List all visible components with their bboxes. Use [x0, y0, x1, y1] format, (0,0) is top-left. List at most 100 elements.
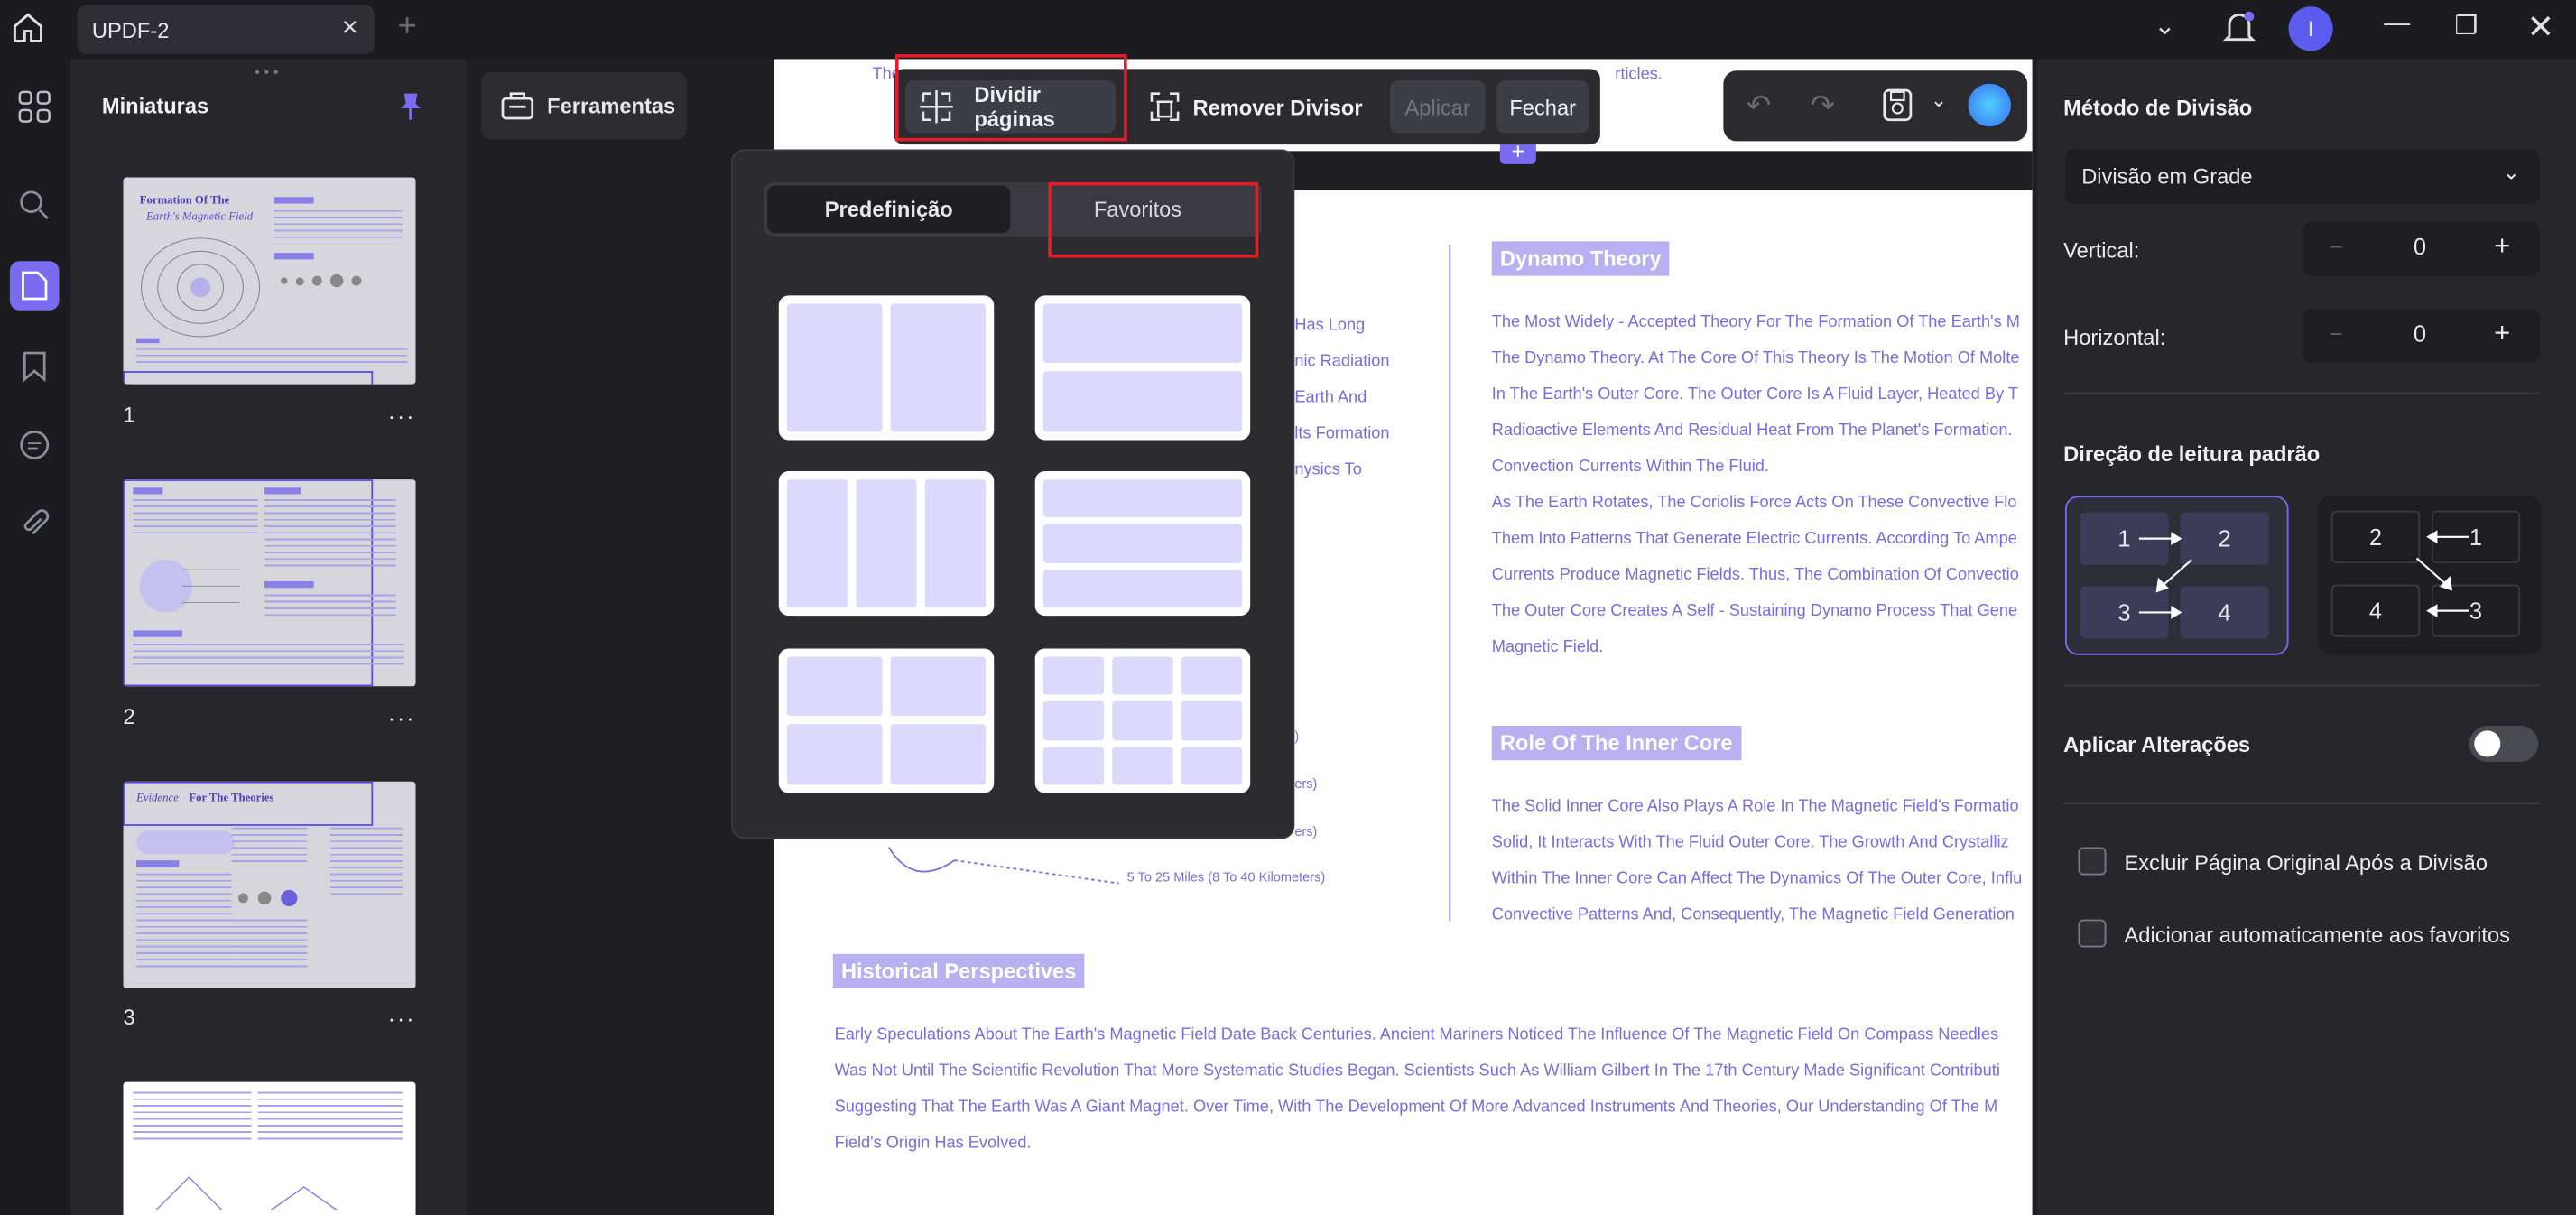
search-icon[interactable]	[10, 181, 60, 230]
vertical-stepper[interactable]: − 0 +	[2303, 221, 2541, 276]
close-window-icon[interactable]: ✕	[2526, 6, 2554, 47]
layout-two-columns[interactable]	[778, 295, 995, 441]
save-options-chevron-icon[interactable]: ⌄	[1931, 88, 1947, 111]
dynamo-line: Magnetic Field.	[1491, 638, 1604, 657]
horizontal-decrement-button[interactable]: −	[2330, 320, 2343, 347]
page-more-button[interactable]: ···	[388, 1005, 416, 1031]
add-favorites-label: Adicionar automaticamente aos favoritos	[2124, 923, 2511, 948]
tab-preset[interactable]: Predefinição	[767, 185, 1011, 234]
historical-line: Early Speculations About The Earth's Mag…	[834, 1025, 1999, 1044]
close-tab-icon[interactable]: ×	[342, 12, 358, 44]
dynamo-line: As The Earth Rotates, The Coriolis Force…	[1491, 494, 2017, 513]
close-split-button[interactable]: Fechar	[1496, 80, 1589, 134]
pin-icon[interactable]	[396, 90, 426, 131]
column-divider	[1449, 245, 1451, 922]
save-icon[interactable]	[1881, 87, 1913, 131]
chevron-down-icon: ⌄	[2502, 159, 2521, 184]
rtl-arrows-icon	[2415, 530, 2469, 618]
split-method-select[interactable]: Divisão em Grade ⌄	[2064, 149, 2541, 204]
notification-bell-icon[interactable]	[2222, 10, 2256, 54]
layout-three-rows[interactable]	[1034, 471, 1251, 617]
new-tab-icon[interactable]: +	[397, 8, 416, 46]
remove-divider-button[interactable]: Remover Divisor	[1140, 80, 1370, 133]
horizontal-stepper[interactable]: − 0 +	[2303, 308, 2541, 363]
thumb-heading: Evidence	[136, 791, 179, 805]
thumb-subheading: For The Theories	[189, 791, 274, 805]
toolbox-icon	[499, 88, 535, 126]
horizontal-label: Horizontal:	[2063, 325, 2166, 350]
inner-core-line: Solid, It Interacts With The Fluid Outer…	[1491, 834, 2009, 853]
tools-button[interactable]: Ferramentas	[481, 72, 687, 140]
horizontal-increment-button[interactable]: +	[2494, 317, 2510, 349]
attachment-icon[interactable]	[10, 499, 60, 549]
vertical-increment-button[interactable]: +	[2494, 230, 2510, 263]
thumb-heading: Formation Of The	[139, 193, 230, 208]
page-thumbnail-1[interactable]: Formation Of The Earth's Magnetic Field	[123, 177, 416, 385]
dynamo-heading: Dynamo Theory	[1491, 241, 1670, 276]
apps-grid-icon[interactable]	[10, 82, 60, 132]
thumb-subheading: Earth's Magnetic Field	[145, 209, 254, 224]
split-layout-popup: Predefinição Favoritos	[730, 149, 1295, 839]
diagram-illustration	[155, 1176, 338, 1211]
inner-core-line: Convective Patterns And, Consequently, T…	[1491, 906, 2015, 925]
divider	[2063, 802, 2541, 805]
thumbnails-title: Miniaturas	[101, 93, 209, 118]
reading-direction-rtl[interactable]: 2 1 4 3	[2318, 496, 2542, 655]
page-more-button[interactable]: ···	[388, 403, 416, 429]
highlight-box	[1048, 181, 1259, 258]
page-thumbnail-2[interactable]	[123, 479, 416, 687]
reading-direction-ltr[interactable]: 1 2 3 4	[2064, 496, 2289, 655]
chevron-down-icon[interactable]: ⌄	[2154, 10, 2175, 42]
ai-assistant-icon[interactable]	[1968, 83, 2011, 127]
vertical-decrement-button[interactable]: −	[2330, 233, 2343, 259]
page-thumbnail-3[interactable]: Evidence For The Theories	[123, 781, 416, 988]
inner-core-line: Within The Inner Core Can Affect The Dyn…	[1491, 870, 2023, 889]
layout-grid-3x3[interactable]	[1034, 648, 1251, 793]
pages-icon[interactable]	[9, 261, 60, 311]
page-more-button[interactable]: ···	[388, 704, 416, 730]
historical-line: Field's Origin Has Evolved.	[834, 1134, 1032, 1153]
left-rail	[0, 59, 71, 1215]
bookmark-icon[interactable]	[10, 341, 60, 391]
doc-fragment: )	[1294, 728, 1300, 744]
page-number: 2	[123, 704, 135, 729]
redo-icon[interactable]: ↷	[1811, 88, 1835, 123]
page-thumbnail-4[interactable]	[123, 1081, 416, 1215]
avatar[interactable]: I	[2288, 6, 2333, 51]
exclude-original-checkbox[interactable]	[2078, 847, 2107, 876]
horizontal-value[interactable]: 0	[2414, 320, 2426, 347]
resize-handle[interactable]: • • •	[255, 64, 278, 80]
layout-two-rows[interactable]	[1034, 295, 1251, 441]
undo-icon[interactable]: ↶	[1747, 88, 1771, 123]
comments-icon[interactable]	[10, 421, 60, 470]
vertical-label: Vertical:	[2063, 237, 2140, 264]
avatar-letter: I	[2307, 16, 2314, 42]
doc-fragment: rticles.	[1615, 65, 1663, 84]
doc-fragment: ers)	[1294, 776, 1318, 792]
layout-three-columns[interactable]	[778, 471, 995, 617]
apply-changes-label: Aplicar Alterações	[2063, 732, 2251, 757]
home-icon[interactable]	[10, 10, 46, 46]
minimize-icon[interactable]: —	[2384, 10, 2410, 40]
apply-changes-toggle[interactable]	[2469, 725, 2539, 762]
earth-layers-illustration	[139, 560, 240, 613]
document-tab[interactable]: UPDF-2 ×	[77, 5, 375, 55]
inner-core-heading: Role Of The Inner Core	[1491, 725, 1741, 761]
divider	[2063, 392, 2541, 394]
restore-icon[interactable]: ❐	[2454, 10, 2478, 42]
dynamo-line: Radioactive Elements And Residual Heat F…	[1491, 422, 2013, 441]
earth-layer-diagram	[887, 847, 1119, 885]
dynamo-line: The Most Widely - Accepted Theory For Th…	[1491, 313, 2020, 332]
vertical-value[interactable]: 0	[2414, 233, 2426, 259]
document-toolbar: ↶ ↷ ⌄	[1723, 70, 2028, 142]
doc-fragment: ers)	[1294, 824, 1318, 839]
apply-button[interactable]: Aplicar	[1389, 80, 1486, 134]
layout-grid-2x2[interactable]	[778, 648, 995, 793]
doc-fragment: nysics To	[1294, 461, 1362, 480]
historical-heading: Historical Perspectives	[832, 953, 1085, 988]
add-favorites-checkbox[interactable]	[2078, 919, 2107, 948]
doc-fragment: 5 To 25 Miles (8 To 40 Kilometers)	[1126, 870, 1326, 886]
highlight-box	[895, 54, 1127, 142]
magnetic-field-illustration	[140, 237, 261, 338]
dynamo-line: Convection Currents Within The Fluid.	[1491, 458, 1769, 477]
